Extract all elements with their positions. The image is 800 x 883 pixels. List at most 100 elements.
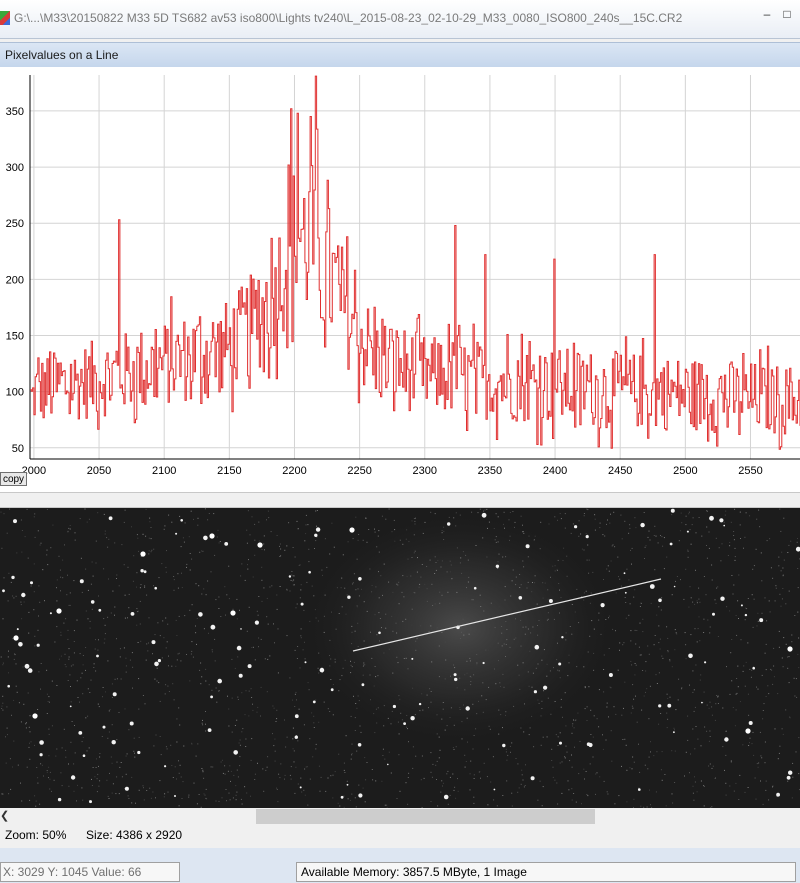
noise-pixel — [68, 648, 70, 650]
noise-pixel — [148, 642, 149, 644]
noise-pixel — [82, 737, 84, 738]
maximize-button[interactable]: □ — [778, 6, 796, 22]
splitter[interactable] — [0, 492, 800, 508]
noise-pixel — [483, 610, 485, 612]
noise-pixel — [142, 785, 144, 787]
noise-pixel — [509, 512, 511, 513]
noise-pixel — [215, 687, 217, 689]
noise-pixel — [779, 508, 781, 510]
noise-pixel — [8, 793, 10, 795]
noise-pixel — [69, 604, 71, 606]
horizontal-scrollbar[interactable]: ❮ — [0, 808, 800, 825]
noise-pixel — [473, 796, 475, 798]
noise-pixel — [544, 582, 546, 584]
noise-pixel — [584, 708, 586, 710]
noise-pixel — [263, 543, 265, 545]
noise-pixel — [583, 515, 585, 517]
noise-pixel — [749, 737, 751, 739]
noise-pixel — [445, 659, 447, 661]
noise-pixel — [5, 762, 7, 764]
noise-pixel — [149, 521, 151, 523]
noise-pixel — [464, 766, 466, 768]
noise-pixel — [394, 540, 396, 542]
noise-pixel — [12, 638, 14, 640]
noise-pixel — [543, 649, 545, 651]
star — [410, 716, 415, 721]
noise-pixel — [725, 782, 727, 784]
noise-pixel — [276, 608, 278, 610]
noise-pixel — [354, 797, 356, 799]
noise-pixel — [159, 736, 161, 737]
noise-pixel — [566, 751, 568, 753]
noise-pixel — [768, 600, 770, 602]
noise-pixel — [385, 613, 387, 615]
noise-pixel — [518, 787, 520, 789]
noise-pixel — [595, 793, 596, 795]
noise-pixel — [13, 740, 15, 742]
noise-pixel — [188, 794, 190, 796]
noise-pixel — [791, 634, 793, 636]
noise-pixel — [658, 642, 660, 644]
noise-pixel — [497, 568, 499, 569]
noise-pixel — [500, 714, 502, 716]
noise-pixel — [227, 695, 228, 697]
star — [143, 570, 147, 574]
image-viewer[interactable] — [0, 508, 800, 808]
noise-pixel — [300, 628, 302, 630]
noise-pixel — [408, 741, 409, 743]
noise-pixel — [443, 539, 445, 540]
noise-pixel — [659, 648, 661, 650]
noise-pixel — [212, 766, 214, 768]
noise-pixel — [758, 509, 760, 511]
noise-pixel — [353, 661, 355, 663]
noise-pixel — [593, 652, 595, 654]
line-profile-chart[interactable]: 2000 2050 2100 2150 2200 2250 2300 2350 2400 2450… — [0, 67, 800, 492]
noise-pixel — [140, 640, 142, 642]
noise-pixel — [20, 782, 21, 784]
noise-pixel — [246, 630, 248, 632]
noise-pixel — [604, 535, 606, 537]
noise-pixel — [375, 676, 377, 678]
noise-pixel — [791, 797, 793, 799]
noise-pixel — [519, 688, 521, 690]
noise-pixel — [556, 570, 558, 571]
noise-pixel — [405, 657, 407, 659]
noise-pixel — [654, 635, 656, 636]
noise-pixel — [391, 531, 393, 533]
noise-pixel — [67, 574, 68, 576]
star — [108, 516, 113, 521]
noise-pixel — [237, 699, 239, 700]
minimize-button[interactable]: – — [758, 6, 776, 22]
noise-pixel — [252, 646, 254, 648]
copy-button[interactable]: copy — [0, 472, 27, 486]
noise-pixel — [586, 706, 588, 708]
star — [233, 750, 238, 755]
chevron-left-icon[interactable]: ❮ — [0, 808, 12, 825]
star — [247, 664, 252, 669]
image-info-bar: Zoom: 50% Size: 4386 x 2920 — [0, 825, 800, 845]
noise-pixel — [264, 549, 265, 551]
noise-pixel — [434, 556, 436, 558]
noise-pixel — [626, 568, 628, 570]
noise-pixel — [550, 713, 552, 715]
noise-pixel — [90, 583, 92, 585]
noise-pixel — [151, 549, 153, 551]
noise-pixel — [769, 538, 771, 540]
noise-pixel — [295, 607, 297, 609]
noise-pixel — [219, 541, 221, 542]
scroll-thumb[interactable] — [256, 809, 595, 824]
noise-pixel — [2, 793, 4, 795]
noise-pixel — [356, 707, 358, 709]
noise-pixel — [676, 576, 678, 577]
noise-pixel — [386, 804, 388, 806]
noise-pixel — [189, 553, 191, 554]
star — [392, 704, 396, 709]
noise-pixel — [358, 595, 360, 597]
noise-pixel — [313, 595, 315, 597]
noise-pixel — [459, 562, 461, 564]
noise-pixel — [488, 521, 490, 523]
noise-pixel — [465, 761, 467, 762]
star — [658, 598, 662, 603]
noise-pixel — [502, 673, 504, 675]
noise-pixel — [426, 588, 428, 590]
